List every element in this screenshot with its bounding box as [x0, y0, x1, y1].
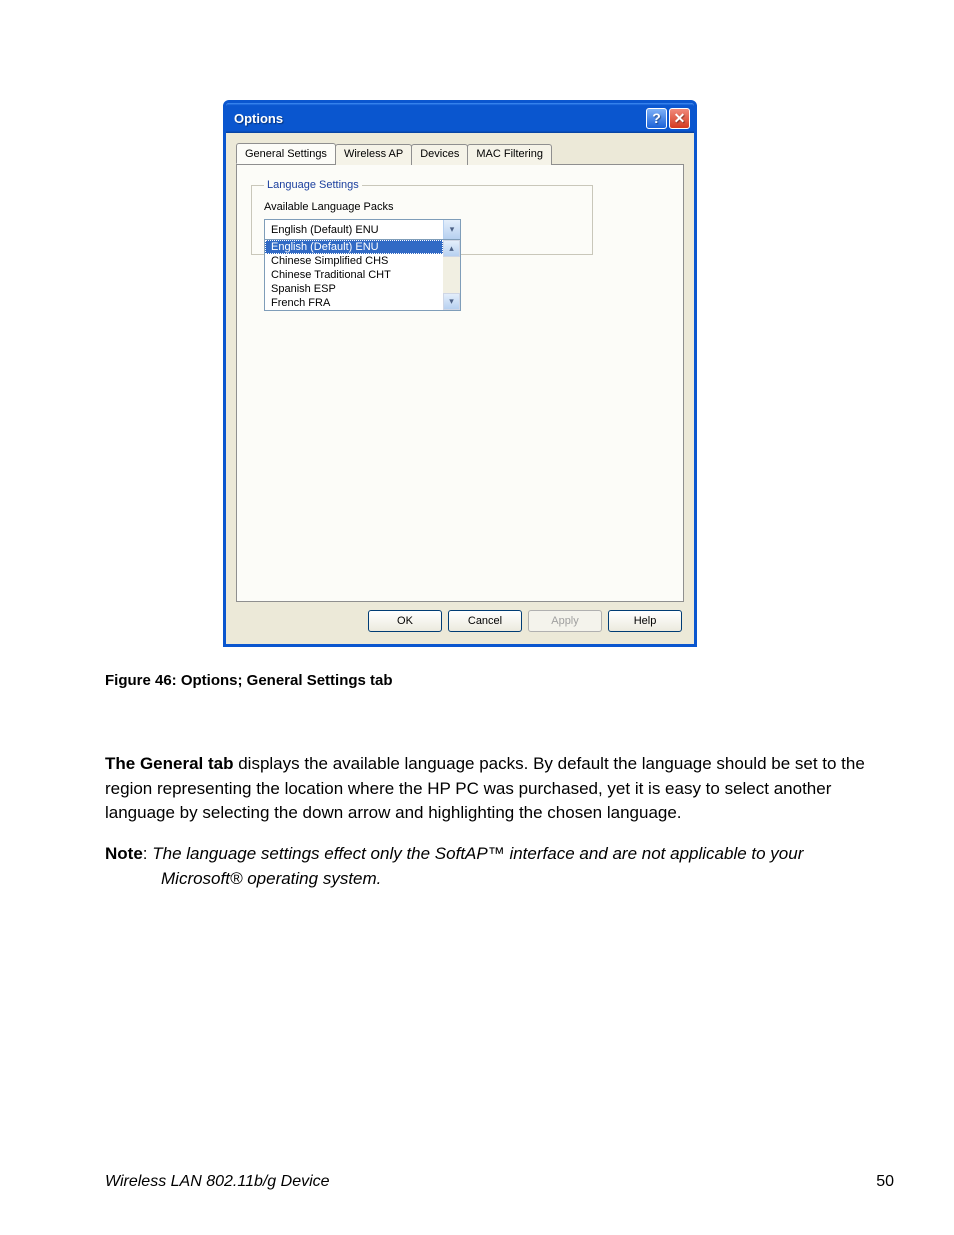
figure-caption: Figure 46: Options; General Settings tab: [105, 672, 393, 689]
note-line2: Microsoft® operating system.: [105, 867, 849, 892]
note-line1: The language settings effect only the So…: [152, 844, 803, 863]
combo-value: English (Default) ENU: [265, 224, 443, 236]
document-page: Options ? ✕ General Settings Wireless AP…: [0, 0, 954, 1235]
dropdown-item-esp[interactable]: Spanish ESP: [265, 282, 443, 296]
title-bar: Options ? ✕: [226, 103, 694, 133]
note-paragraph: Note: The language settings effect only …: [105, 842, 849, 891]
group-legend: Language Settings: [264, 179, 362, 191]
cancel-button[interactable]: Cancel: [448, 610, 522, 632]
dropdown-scrollbar[interactable]: ▴ ▾: [443, 240, 460, 310]
dropdown-item-fra[interactable]: French FRA: [265, 296, 443, 310]
language-dropdown: English (Default) ENU Chinese Simplified…: [264, 240, 461, 311]
apply-button: Apply: [528, 610, 602, 632]
note-label: Note: [105, 844, 143, 863]
tab-mac-filtering[interactable]: MAC Filtering: [467, 144, 552, 165]
page-number: 50: [876, 1173, 894, 1191]
dropdown-item-chs[interactable]: Chinese Simplified CHS: [265, 254, 443, 268]
tab-wireless-ap[interactable]: Wireless AP: [335, 144, 412, 165]
help-button[interactable]: Help: [608, 610, 682, 632]
combo-dropdown-button[interactable]: ▾: [443, 220, 460, 239]
tab-general-settings[interactable]: General Settings: [236, 143, 336, 164]
scroll-track[interactable]: [443, 257, 460, 293]
chevron-up-icon: ▴: [449, 243, 454, 254]
body-paragraph: The General tab displays the available l…: [105, 752, 894, 826]
ok-button[interactable]: OK: [368, 610, 442, 632]
scroll-down-button[interactable]: ▾: [443, 293, 460, 310]
tab-page: Language Settings Available Language Pac…: [236, 164, 684, 602]
body-bold-lead: The General tab: [105, 754, 233, 773]
chevron-down-icon: ▾: [449, 296, 454, 307]
client-area: General Settings Wireless AP Devices MAC…: [226, 133, 694, 644]
note-sep: :: [143, 844, 152, 863]
footer-left: Wireless LAN 802.11b/g Device: [105, 1173, 330, 1191]
available-language-label: Available Language Packs: [264, 201, 580, 213]
options-dialog: Options ? ✕ General Settings Wireless AP…: [223, 100, 697, 647]
dropdown-list: English (Default) ENU Chinese Simplified…: [265, 240, 443, 310]
dropdown-item-cht[interactable]: Chinese Traditional CHT: [265, 268, 443, 282]
combo-display[interactable]: English (Default) ENU ▾: [264, 219, 461, 240]
tab-strip: General Settings Wireless AP Devices MAC…: [236, 143, 684, 164]
help-title-button[interactable]: ?: [646, 108, 667, 129]
language-settings-group: Language Settings Available Language Pac…: [251, 179, 593, 255]
scroll-up-button[interactable]: ▴: [443, 240, 460, 257]
chevron-down-icon: ▾: [450, 224, 455, 235]
dialog-button-row: OK Cancel Apply Help: [368, 610, 682, 632]
window-title: Options: [234, 111, 644, 126]
language-combo[interactable]: English (Default) ENU ▾ English (Default…: [264, 219, 461, 240]
dropdown-item-english[interactable]: English (Default) ENU: [265, 240, 443, 254]
tab-devices[interactable]: Devices: [411, 144, 468, 165]
close-title-button[interactable]: ✕: [669, 108, 690, 129]
